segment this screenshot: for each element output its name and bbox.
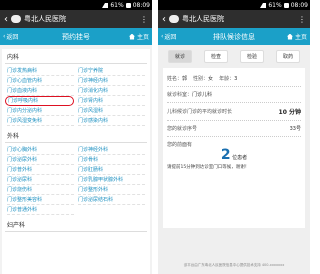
home-icon <box>128 33 135 40</box>
clinic-link[interactable]: 门诊肾内科 <box>78 96 145 106</box>
back-label: 返回 <box>164 34 177 41</box>
home-icon <box>286 33 293 40</box>
back-arrow-icon[interactable]: ‹ <box>162 14 166 25</box>
chevron-left-icon: ‹ <box>3 33 6 40</box>
avg-time-value: 10 分钟 <box>278 109 301 116</box>
clinic-link[interactable]: 门诊风湿变免科 <box>7 116 74 126</box>
clinic-row: 就诊科室： 门诊儿科 <box>167 87 301 103</box>
clinic-link[interactable]: 门诊乳腺甲状腺外科 <box>78 175 145 185</box>
clinic-link[interactable]: 门诊泌尿外科 <box>7 155 74 165</box>
home-button[interactable]: 主页 <box>286 32 307 41</box>
clinic-link[interactable]: 门诊血液内科 <box>7 86 74 96</box>
clinic-link[interactable]: 门诊宁养院 <box>78 66 145 76</box>
wechat-bar: ‹ 粤北人民医院 ⋮ <box>0 10 152 28</box>
waiting-section: 您的前面有 2 位患者 请提前15分钟到达诊室门口等候，谢谢！ <box>167 137 301 174</box>
clinic-link[interactable]: 门诊发热病科 <box>7 66 74 76</box>
phone-screen-queue: 61% 08:09 ‹ 粤北人民医院 ⋮ ‹ 返回 排队候诊信息 主页 就诊 检查… <box>158 0 310 274</box>
clinic-link[interactable]: 门诊内分泌内科 <box>7 106 74 116</box>
clinic-label: 就诊科室： <box>167 92 193 98</box>
clinic-link[interactable]: 门诊整形外科 <box>78 185 145 195</box>
age-label: 年龄： <box>219 76 235 82</box>
clinic-link[interactable]: 门诊心胸外科 <box>7 145 74 155</box>
sequence-row: 您的就诊序号 33号 <box>167 121 301 137</box>
wechat-title: 粤北人民医院 <box>24 15 66 23</box>
clinic-grid: 门诊心胸外科 门诊神经外科 门诊泌尿外科 门诊骨科 门诊普外科 门诊肛肠科 门诊泌尿科 门诊乳… <box>5 143 147 217</box>
clinic-link[interactable]: 门诊普通外科 <box>7 205 74 215</box>
back-label: 返回 <box>6 34 19 41</box>
department-heading: 内科 <box>5 49 147 64</box>
clinic-link[interactable]: 门诊感染内科 <box>78 116 145 126</box>
clinic-link[interactable]: 门诊风湿科 <box>78 106 145 116</box>
ahead-unit: 位患者 <box>232 155 248 161</box>
tab-exam[interactable]: 检查 <box>203 50 228 63</box>
clinic-link[interactable]: 门诊神经外科 <box>78 145 145 155</box>
nav-bar: ‹ 返回 排队候诊信息 主页 <box>158 28 310 45</box>
footer-text: 该平台由广东粤北人民医院信息中心提供技术支持 400-xxxxxxx <box>183 263 285 267</box>
ahead-label: 您的前面有 <box>167 142 193 148</box>
home-label: 主页 <box>136 34 149 41</box>
clinic-link[interactable]: 门诊普外科 <box>7 165 74 175</box>
back-button[interactable]: ‹ 返回 <box>3 32 18 41</box>
phone-screen-appointment: 61% 08:09 ‹ 粤北人民医院 ⋮ ‹ 返回 预约挂号 主页 内科 门诊发热病… <box>0 0 152 274</box>
signal-icon <box>260 2 267 8</box>
ahead-count: 2 <box>220 147 231 163</box>
clinic-value: 门诊儿科 <box>192 92 213 98</box>
tab-consult[interactable]: 就诊 <box>167 50 192 63</box>
clinic-link[interactable]: 门诊神经内科 <box>78 76 145 86</box>
sequence-value: 33号 <box>289 126 301 132</box>
avg-time-label: 儿科候诊门诊的平均就诊时长 <box>167 109 233 115</box>
clinic-link[interactable]: 门诊泌尿结石科 <box>78 195 145 205</box>
department-list: 内科 门诊发热病科 门诊宁养院 门诊心血管内科 门诊神经内科 门诊血液内科 门诊消化内科 门诊… <box>2 49 150 274</box>
avg-time-row: 儿科候诊门诊的平均就诊时长 10 分钟 <box>167 103 301 121</box>
back-button[interactable]: ‹ 返回 <box>161 32 176 41</box>
nav-bar: ‹ 返回 预约挂号 主页 <box>0 28 152 45</box>
gender-label: 性别： <box>193 76 209 82</box>
wechat-title: 粤北人民医院 <box>182 15 224 23</box>
wechat-bar: ‹ 粤北人民医院 ⋮ <box>158 10 310 28</box>
clock: 08:09 <box>132 1 150 9</box>
patient-row: 姓名： 郭 性别： 女 年龄： 3 <box>167 71 301 87</box>
battery-text: 61% <box>268 1 282 9</box>
home-label: 主页 <box>294 34 307 41</box>
patient-age: 3 <box>234 75 238 82</box>
clinic-link[interactable]: 门诊肛肠科 <box>78 165 145 175</box>
clinic-link[interactable]: 门诊呼吸内科 <box>5 96 74 106</box>
department-heading: 外科 <box>5 128 147 143</box>
clinic-link[interactable]: 门诊整形美容科 <box>7 195 74 205</box>
clinic-link[interactable]: 门诊骨科 <box>78 155 145 165</box>
chat-icon <box>169 15 179 23</box>
battery-text: 61% <box>110 1 124 9</box>
clinic-link[interactable]: 门诊泌尿科 <box>7 175 74 185</box>
clinic-link[interactable]: 门诊消化内科 <box>78 86 145 96</box>
sequence-label: 您的就诊序号 <box>167 126 198 132</box>
patient-gender: 女 <box>208 76 214 82</box>
name-label: 姓名： <box>167 76 183 82</box>
department-heading: 妇产科 <box>5 217 147 232</box>
battery-icon <box>125 2 131 8</box>
queue-info-card: 姓名： 郭 性别： 女 年龄： 3 就诊科室： 门诊儿科 儿科候诊门诊的平均就诊… <box>163 68 305 228</box>
more-menu-icon[interactable]: ⋮ <box>140 15 148 24</box>
patient-name: 郭 <box>182 76 188 82</box>
battery-icon <box>283 2 289 8</box>
home-button[interactable]: 主页 <box>128 32 149 41</box>
clinic-grid: 门诊发热病科 门诊宁养院 门诊心血管内科 门诊神经内科 门诊血液内科 门诊消化内科 门诊呼吸… <box>5 64 147 128</box>
tab-lab[interactable]: 检验 <box>239 50 264 63</box>
queue-tabs: 就诊 检查 检验 取药 <box>158 45 310 68</box>
chevron-left-icon: ‹ <box>161 33 164 40</box>
status-bar: 61% 08:09 <box>0 0 152 10</box>
chat-icon <box>11 15 21 23</box>
tab-pharmacy[interactable]: 取药 <box>275 50 300 63</box>
signal-icon <box>102 2 109 8</box>
clinic-link[interactable]: 门诊烧伤科 <box>7 185 74 195</box>
clock: 08:09 <box>290 1 308 9</box>
status-bar: 61% 08:09 <box>158 0 310 10</box>
more-menu-icon[interactable]: ⋮ <box>298 15 306 24</box>
waiting-note: 请提前15分钟到达诊室门口等候，谢谢！ <box>167 165 250 170</box>
back-arrow-icon[interactable]: ‹ <box>4 14 8 25</box>
clinic-link[interactable]: 门诊心血管内科 <box>7 76 74 86</box>
